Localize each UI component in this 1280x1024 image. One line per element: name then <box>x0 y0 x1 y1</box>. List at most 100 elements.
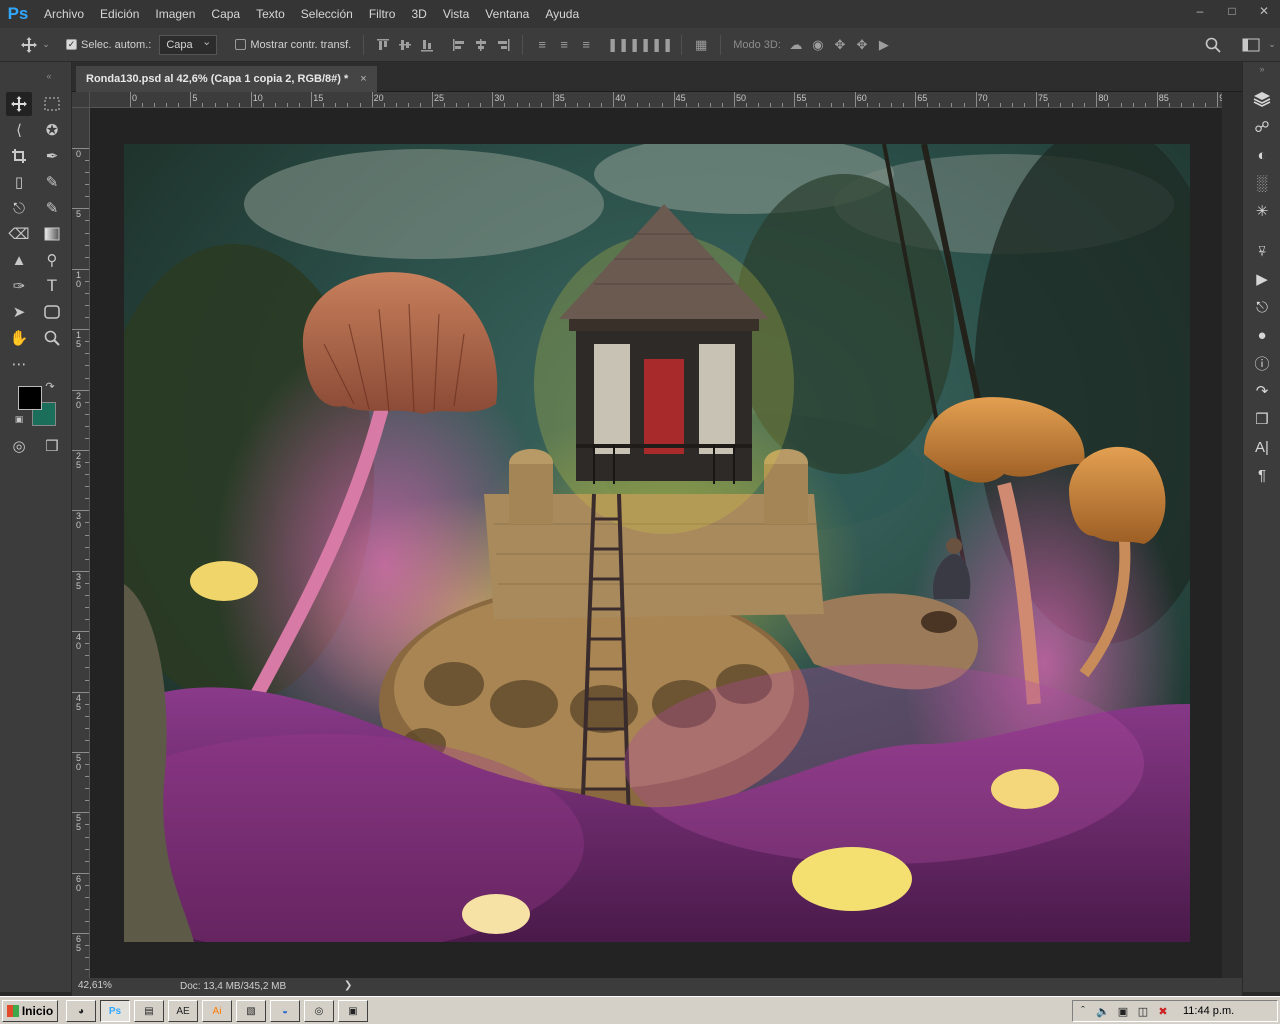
crop-tool-icon[interactable] <box>6 144 32 168</box>
distribute-top-icon[interactable]: ≡ <box>531 34 553 56</box>
menu-edicion[interactable]: Edición <box>92 0 147 28</box>
show-transform-checkbox[interactable] <box>235 39 247 50</box>
scale-3d-icon[interactable]: ▶ <box>873 34 895 56</box>
slide-3d-icon[interactable]: ✥ <box>851 34 873 56</box>
history-icon[interactable]: ↷ <box>1251 380 1273 402</box>
taskbar-app-chrome[interactable]: ◕ <box>66 1000 96 1022</box>
align-top-icon[interactable] <box>372 34 394 56</box>
ruler-origin[interactable] <box>72 92 90 108</box>
app-tray-icon[interactable]: ▣ <box>1113 1002 1133 1020</box>
align-left-icon[interactable] <box>448 34 470 56</box>
rectangle-tool-icon[interactable] <box>39 300 65 324</box>
align-bottom-icon[interactable] <box>416 34 438 56</box>
more-tools-icon[interactable]: ⋯ <box>6 352 32 376</box>
gradient-tool-icon[interactable] <box>39 222 65 246</box>
align-vcenter-icon[interactable] <box>394 34 416 56</box>
minimize-button[interactable]: – <box>1184 0 1216 22</box>
3d-icon[interactable]: ❒ <box>1251 408 1273 430</box>
eraser-tool-icon[interactable]: ⌫ <box>6 222 32 246</box>
pen-tool-icon[interactable]: ✑ <box>6 274 32 298</box>
document-tab[interactable]: Ronda130.psd al 42,6% (Capa 1 copia 2, R… <box>76 66 377 92</box>
orbit-3d-icon[interactable]: ☁ <box>785 34 807 56</box>
distribute-left-icon[interactable]: ❚❚ <box>607 34 629 56</box>
menu-capa[interactable]: Capa <box>203 0 248 28</box>
taskbar-app-after-effects[interactable]: AE <box>168 1000 198 1022</box>
chevron-down-icon[interactable]: ⌄ <box>1266 34 1278 56</box>
distribute-hcenter-icon[interactable]: ❚❚ <box>629 34 651 56</box>
move-tool-icon[interactable] <box>6 92 32 116</box>
paths-icon[interactable]: ⍫ <box>1251 240 1273 262</box>
search-icon[interactable] <box>1202 34 1224 56</box>
path-selection-tool-icon[interactable]: ➤ <box>6 300 32 324</box>
zoom-field[interactable]: 42,61% <box>78 980 112 991</box>
quick-select-tool-icon[interactable]: ✪ <box>39 118 65 142</box>
align-right-icon[interactable] <box>492 34 514 56</box>
hand-tool-icon[interactable]: ✋ <box>6 326 32 350</box>
menu-ayuda[interactable]: Ayuda <box>537 0 587 28</box>
ruler-horizontal[interactable]: 051015202530354045505560657075808590 <box>90 92 1222 108</box>
actions-icon[interactable]: ▶ <box>1251 268 1273 290</box>
menu-archivo[interactable]: Archivo <box>36 0 92 28</box>
move-tool-preset-icon[interactable] <box>18 34 40 56</box>
menu-vista[interactable]: Vista <box>435 0 477 28</box>
brush-tool-icon[interactable]: ✎ <box>39 170 65 194</box>
screen-mode-icon[interactable]: ❒ <box>39 434 65 458</box>
pan-3d-icon[interactable]: ✥ <box>829 34 851 56</box>
menu-ventana[interactable]: Ventana <box>477 0 537 28</box>
histogram-icon[interactable]: ░ <box>1251 172 1273 194</box>
eyedropper-tool-icon[interactable]: ✒ <box>39 144 65 168</box>
healing-brush-tool-icon[interactable]: ▯ <box>6 170 32 194</box>
auto-select-checkbox[interactable]: ✓ <box>66 39 77 50</box>
libraries-icon[interactable]: ☍ <box>1251 116 1273 138</box>
close-button[interactable]: ✕ <box>1248 0 1280 22</box>
taskbar-app-photoshop[interactable]: Ps <box>100 1000 130 1022</box>
menu-texto[interactable]: Texto <box>248 0 293 28</box>
distribute-bottom-icon[interactable]: ≡ <box>575 34 597 56</box>
quick-mask-icon[interactable]: ◎ <box>6 434 32 458</box>
menu-seleccion[interactable]: Selección <box>293 0 361 28</box>
canvas-pasteboard[interactable] <box>90 108 1222 978</box>
navigator-icon[interactable]: ✳ <box>1251 200 1273 222</box>
dodge-tool-icon[interactable]: ⚲ <box>39 248 65 272</box>
document-canvas[interactable] <box>124 144 1190 942</box>
roll-3d-icon[interactable]: ◉ <box>807 34 829 56</box>
ruler-vertical[interactable]: 0 5 1 0 1 5 2 0 2 5 3 0 3 5 4 0 4 5 5 0 5 5 6 0 6 5 <box>72 108 90 978</box>
taskbar-app-media[interactable]: ◎ <box>304 1000 334 1022</box>
close-tab-icon[interactable]: × <box>360 73 366 85</box>
clone-stamp-tool-icon[interactable]: ⎋ <box>6 196 32 220</box>
volume-icon[interactable]: 🔈 <box>1093 1002 1113 1020</box>
restore-button[interactable]: □ <box>1216 0 1248 22</box>
blur-tool-icon[interactable]: ▲ <box>6 248 32 272</box>
auto-align-icon[interactable]: ▦ <box>690 34 712 56</box>
type-tool-icon[interactable]: T <box>39 274 65 298</box>
tray-expand-icon[interactable]: ˆ <box>1073 1002 1093 1020</box>
expand-panels-icon[interactable]: » <box>1251 62 1273 76</box>
status-menu-arrow-icon[interactable]: ❯ <box>344 980 352 991</box>
taskbar-app-window[interactable]: ▣ <box>338 1000 368 1022</box>
target-select[interactable]: Capa <box>159 33 218 55</box>
info-icon[interactable]: ⓘ <box>1251 352 1273 374</box>
channels-icon[interactable]: ● <box>1251 324 1273 346</box>
clock[interactable]: 11:44 p.m. <box>1183 1005 1234 1017</box>
chevron-down-icon[interactable]: ⌄ <box>40 34 52 56</box>
distribute-right-icon[interactable]: ❚❚ <box>651 34 673 56</box>
workspace-icon[interactable] <box>1240 34 1262 56</box>
menu-imagen[interactable]: Imagen <box>147 0 203 28</box>
clone-source-icon[interactable]: ⎋ <box>1251 296 1273 318</box>
taskbar-app-notepad[interactable]: ▧ <box>236 1000 266 1022</box>
lasso-tool-icon[interactable]: ⟨ <box>6 118 32 142</box>
taskbar-app-explorer[interactable]: ▤ <box>134 1000 164 1022</box>
start-button[interactable]: Inicio <box>2 1000 58 1022</box>
default-colors-icon[interactable]: ▣ <box>12 412 26 426</box>
collapse-arrows-icon[interactable]: « <box>36 64 62 88</box>
layers-icon[interactable] <box>1251 88 1273 110</box>
menu-3d[interactable]: 3D <box>403 0 434 28</box>
align-hcenter-icon[interactable] <box>470 34 492 56</box>
vertical-scrollbar[interactable] <box>1222 92 1242 978</box>
marquee-tool-icon[interactable] <box>39 92 65 116</box>
taskbar-app-shield[interactable]: ◒ <box>270 1000 300 1022</box>
paragraph-icon[interactable]: ¶ <box>1251 464 1273 486</box>
network-error-icon[interactable]: ✖ <box>1153 1002 1173 1020</box>
distribute-vcenter-icon[interactable]: ≡ <box>553 34 575 56</box>
history-brush-tool-icon[interactable]: ✎ <box>39 196 65 220</box>
